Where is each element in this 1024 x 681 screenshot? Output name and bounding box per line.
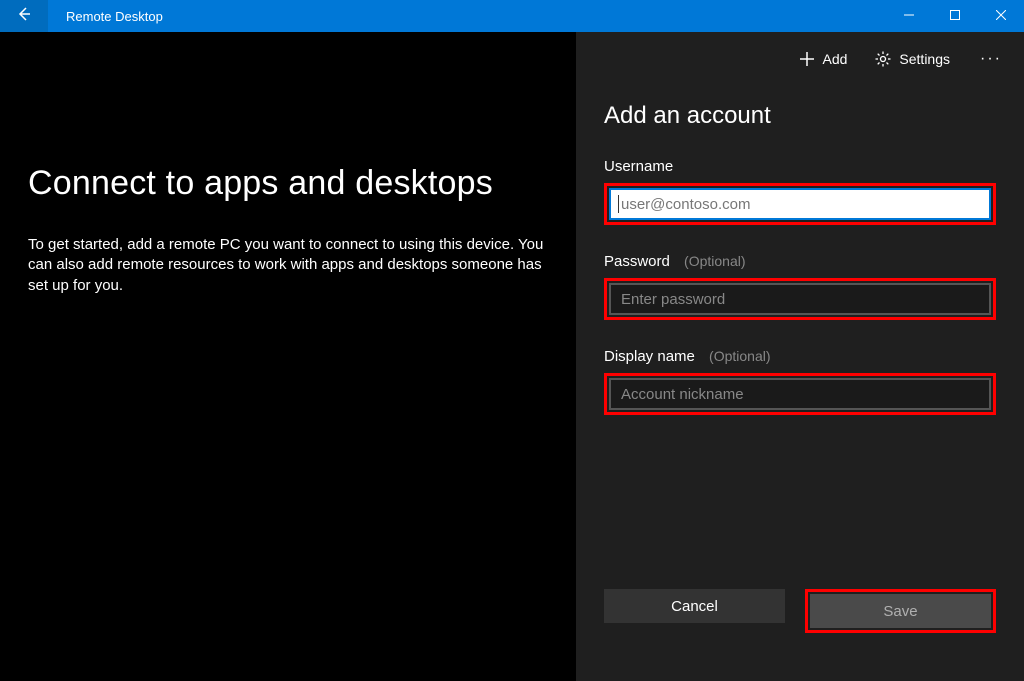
content-area: Connect to apps and desktops To get star…	[0, 32, 1024, 681]
left-pane: Connect to apps and desktops To get star…	[0, 32, 576, 681]
more-button[interactable]: ···	[966, 42, 1016, 76]
button-row: Cancel Save	[604, 589, 996, 633]
highlight-password	[604, 278, 996, 320]
username-input[interactable]	[609, 188, 991, 220]
minimize-icon	[904, 7, 914, 25]
maximize-icon	[950, 7, 960, 25]
main-heading: Connect to apps and desktops	[28, 164, 576, 203]
arrow-left-icon	[16, 6, 32, 27]
close-icon	[996, 7, 1006, 25]
panel-heading: Add an account	[604, 102, 1024, 130]
maximize-button[interactable]	[932, 0, 978, 32]
password-input[interactable]	[609, 283, 991, 315]
back-button[interactable]	[0, 0, 48, 32]
close-button[interactable]	[978, 0, 1024, 32]
displayname-input[interactable]	[609, 378, 991, 410]
settings-button[interactable]: Settings	[863, 43, 962, 75]
minimize-button[interactable]	[886, 0, 932, 32]
highlight-displayname	[604, 373, 996, 415]
add-label: Add	[823, 51, 848, 67]
settings-label: Settings	[899, 51, 950, 67]
gear-icon	[875, 51, 891, 67]
ellipsis-icon: ···	[980, 50, 1002, 67]
right-pane: Add Settings ··· Add an account Username	[576, 32, 1024, 681]
save-button[interactable]: Save	[810, 594, 991, 628]
highlight-username	[604, 183, 996, 225]
highlight-save: Save	[805, 589, 996, 633]
app-title: Remote Desktop	[48, 9, 163, 24]
toolbar: Add Settings ···	[576, 32, 1024, 84]
text-caret	[618, 195, 619, 213]
titlebar: Remote Desktop	[0, 0, 1024, 32]
password-label: Password (Optional)	[604, 253, 996, 270]
username-label: Username	[604, 158, 996, 175]
add-button[interactable]: Add	[787, 43, 860, 75]
cancel-button[interactable]: Cancel	[604, 589, 785, 623]
main-description: To get started, add a remote PC you want…	[28, 235, 548, 296]
displayname-label: Display name (Optional)	[604, 348, 996, 365]
plus-icon	[799, 51, 815, 67]
add-account-form: Username Password (Optional) Display nam…	[576, 130, 1024, 415]
